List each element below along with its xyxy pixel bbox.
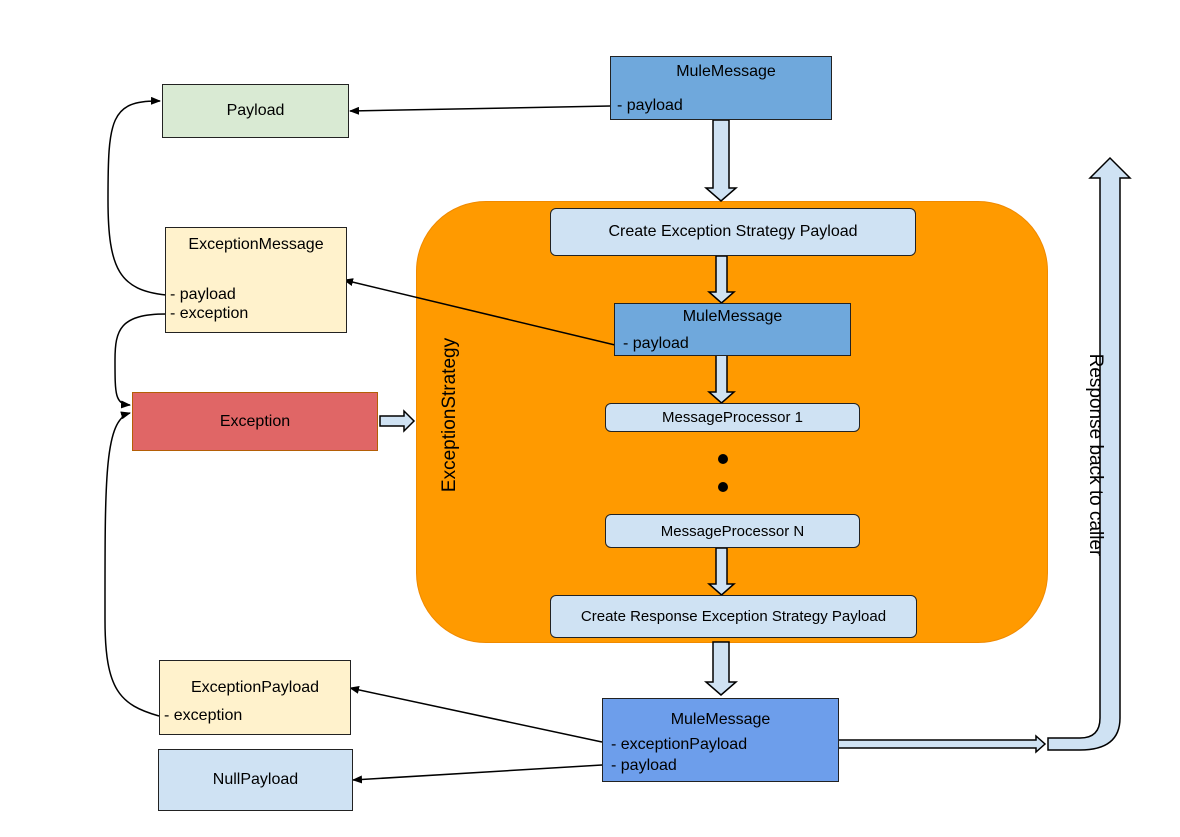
block-arrow-exception-to-strategy	[379, 409, 416, 433]
block-arrow-pn-to-response	[707, 547, 736, 596]
block-arrow-top-to-create	[703, 119, 739, 202]
create-payload-title: Create Exception Strategy Payload	[608, 223, 858, 240]
block-arrow-inner-to-p1	[707, 354, 736, 404]
block-arrow-response-to-result	[703, 641, 739, 696]
block-arrow-create-to-inner	[707, 255, 736, 304]
curve-exception-message-payload-to-payload	[107, 96, 167, 296]
exception-message-title: ExceptionMessage	[188, 236, 324, 253]
payload-box[interactable]: Payload	[162, 84, 349, 138]
mule-message-inner[interactable]: MuleMessage - payload	[614, 303, 851, 356]
null-payload-title: NullPayload	[212, 771, 299, 788]
exception-title: Exception	[219, 412, 291, 430]
arrow-mule-to-payload	[349, 105, 611, 115]
payload-title: Payload	[226, 102, 285, 119]
exception-message-field-exception: - exception	[170, 305, 249, 322]
mule-message-top-title: MuleMessage	[676, 63, 776, 80]
mule-message-inner-field-payload: - payload	[623, 335, 689, 352]
exception-box[interactable]: Exception	[132, 392, 378, 451]
create-response-title: Create Response Exception Strategy Paylo…	[580, 608, 887, 625]
mule-message-result-title: MuleMessage	[670, 711, 771, 728]
exception-payload-box[interactable]: ExceptionPayload - exception	[159, 660, 351, 735]
arrow-result-to-exception-payload	[349, 685, 603, 743]
arrow-inner-mule-to-exception-message	[343, 278, 616, 346]
exception-payload-title: ExceptionPayload	[190, 679, 320, 696]
exception-message-field-payload: - payload	[170, 286, 236, 303]
processor-n-title: MessageProcessor N	[660, 522, 805, 540]
processor-1-title: MessageProcessor 1	[662, 409, 803, 426]
curve-exception-payload-to-exception	[104, 411, 160, 717]
exception-message-box[interactable]: ExceptionMessage - payload - exception	[165, 227, 347, 333]
mule-message-top-field-payload: - payload	[617, 97, 683, 114]
message-processor-n[interactable]: MessageProcessor N	[605, 514, 860, 548]
mule-message-result-field-exception-payload: - exceptionPayload	[611, 736, 748, 753]
mule-message-result[interactable]: MuleMessage - exceptionPayload - payload	[602, 698, 839, 782]
create-exception-strategy-payload[interactable]: Create Exception Strategy Payload	[550, 208, 916, 256]
ellipsis-dot-1	[718, 454, 728, 464]
create-response-exception-strategy-payload[interactable]: Create Response Exception Strategy Paylo…	[550, 595, 917, 638]
exception-payload-field-exception: - exception	[164, 707, 243, 724]
message-processor-1[interactable]: MessageProcessor 1	[605, 403, 860, 432]
ellipsis-dot-2	[718, 482, 728, 492]
mule-message-inner-title: MuleMessage	[682, 308, 783, 325]
mule-message-top[interactable]: MuleMessage - payload	[610, 56, 832, 120]
response-back-label: Response back to caller	[1085, 353, 1106, 557]
mule-message-result-field-payload: - payload	[611, 757, 677, 774]
arrow-result-to-null-payload	[352, 764, 603, 784]
null-payload-box[interactable]: NullPayload	[158, 749, 353, 811]
block-arrow-result-right	[837, 734, 1047, 754]
